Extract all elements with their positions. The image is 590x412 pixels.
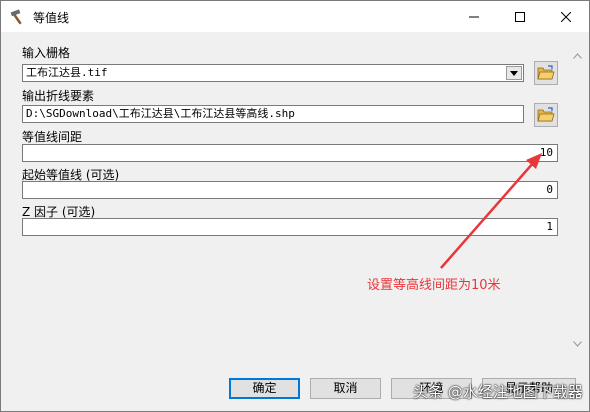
maximize-button[interactable]: [497, 1, 543, 32]
window-title: 等值线: [33, 11, 70, 25]
dialog-body: 输入栅格 工布江达县.tif 输出折线要素 D:\SGDownload\工布江达…: [1, 32, 589, 411]
title-bar[interactable]: 等值线: [1, 1, 589, 32]
cancel-button[interactable]: 取消: [310, 378, 381, 399]
contour-tool-window: 等值线 输入栅格 工布江达县.tif 输出折线要素 D:\SGDownload\…: [0, 0, 590, 412]
minimize-button[interactable]: [451, 1, 497, 32]
ok-button[interactable]: 确定: [229, 378, 300, 399]
annotation-text: 设置等高线间距为10米: [367, 278, 501, 293]
watermark: 头条 @水经注地图下载器: [413, 383, 583, 401]
hammer-tool-icon: [9, 8, 27, 26]
annotation-arrow: [440, 153, 542, 269]
close-button[interactable]: [543, 1, 589, 32]
